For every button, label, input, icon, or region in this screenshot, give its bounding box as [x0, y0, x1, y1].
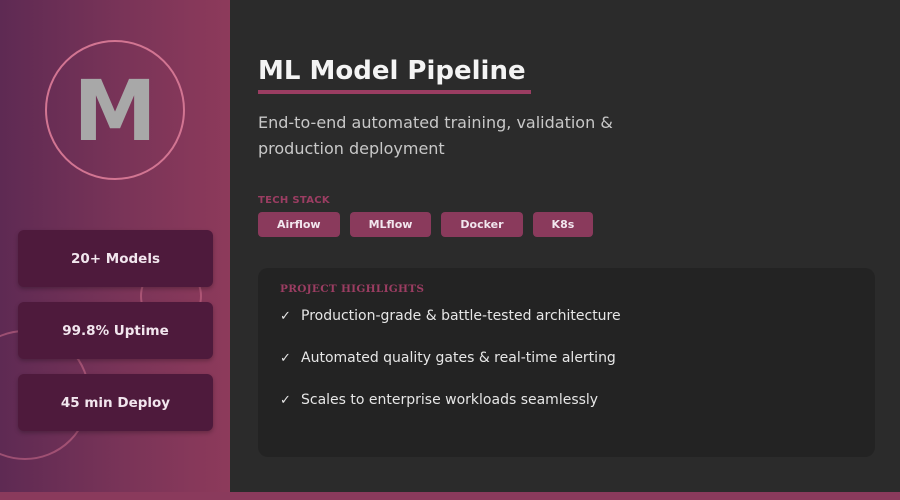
- highlight-text: Automated quality gates & real-time aler…: [301, 350, 616, 366]
- tech-stack-list: Airflow MLflow Docker K8s: [258, 212, 594, 237]
- highlight-text: Scales to enterprise workloads seamlessl…: [301, 392, 599, 408]
- check-icon: ✓: [280, 350, 291, 366]
- list-item: ✓ Production-grade & battle-tested archi…: [280, 308, 621, 324]
- tech-pill-airflow: Airflow: [258, 212, 340, 237]
- stat-card-deploy: 45 min Deploy: [18, 374, 213, 431]
- highlights-label: PROJECT HIGHLIGHTS: [280, 283, 425, 295]
- list-item: ✓ Automated quality gates & real-time al…: [280, 350, 621, 366]
- tech-pill-mlflow: MLflow: [349, 212, 432, 237]
- check-icon: ✓: [280, 392, 291, 408]
- sidebar: M 20+ Models 99.8% Uptime 45 min Deploy: [0, 0, 230, 500]
- page-title: ML Model Pipeline: [258, 56, 526, 86]
- page-subtitle: End-to-end automated training, validatio…: [258, 113, 613, 158]
- stat-card-models: 20+ Models: [18, 230, 213, 287]
- tech-stack-label: TECH STACK: [258, 195, 330, 206]
- highlight-text: Production-grade & battle-tested archite…: [301, 308, 621, 324]
- logo-letter: M: [73, 62, 157, 160]
- bottom-accent-bar: [0, 492, 900, 500]
- title-underline: [258, 90, 531, 94]
- stat-card-uptime: 99.8% Uptime: [18, 302, 213, 359]
- tech-pill-k8s: K8s: [532, 212, 594, 237]
- highlights-list: ✓ Production-grade & battle-tested archi…: [280, 308, 621, 434]
- stat-label: 20+ Models: [71, 250, 160, 267]
- main-content: ML Model Pipeline End-to-end automated t…: [230, 0, 900, 492]
- highlights-panel: PROJECT HIGHLIGHTS ✓ Production-grade & …: [258, 268, 875, 457]
- check-icon: ✓: [280, 308, 291, 324]
- stat-label: 45 min Deploy: [60, 394, 171, 411]
- stat-label: 99.8% Uptime: [62, 322, 169, 339]
- logo: M: [45, 40, 185, 180]
- list-item: ✓ Scales to enterprise workloads seamles…: [280, 392, 621, 408]
- tech-pill-docker: Docker: [441, 212, 523, 237]
